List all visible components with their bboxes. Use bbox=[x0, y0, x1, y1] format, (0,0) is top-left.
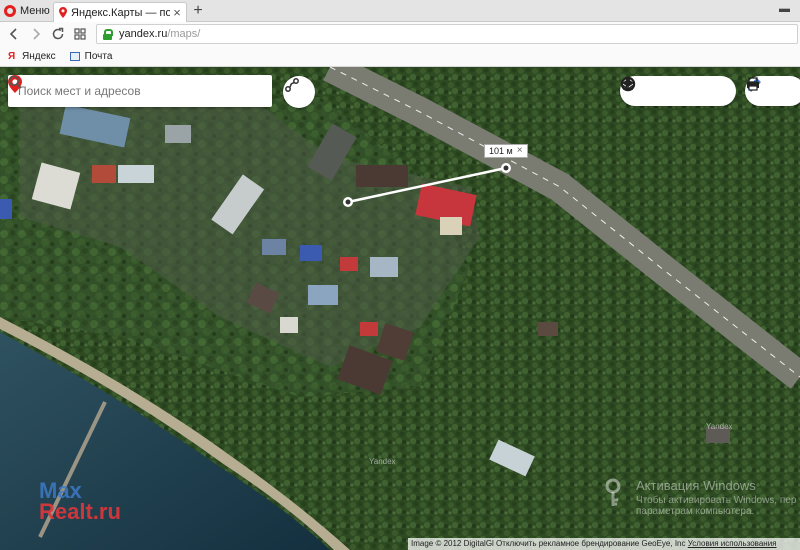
routes-button[interactable] bbox=[283, 76, 315, 108]
url-host: yandex.ru bbox=[119, 28, 168, 40]
tab-title: Яндекс.Карты — подроб bbox=[71, 6, 170, 19]
key-icon bbox=[605, 478, 621, 506]
print-icon bbox=[747, 77, 759, 91]
ruler-close-icon[interactable]: × bbox=[517, 145, 523, 157]
yandex-watermark: Yandex bbox=[369, 457, 396, 466]
yandex-maps-pin-icon bbox=[59, 7, 67, 18]
tab-bar: Меню Яндекс.Карты — подроб × + ▬ bbox=[0, 0, 800, 22]
yandex-icon: Я bbox=[8, 50, 16, 62]
tab-close-icon[interactable]: × bbox=[170, 5, 184, 20]
windows-activation-title: Активация Windows bbox=[636, 478, 756, 493]
disable-branding-link[interactable]: Отключить рекламное брендирование bbox=[494, 539, 642, 548]
yandex-watermark: Yandex bbox=[706, 422, 733, 431]
search-icon[interactable] bbox=[8, 75, 22, 89]
site-watermark-line2: Realt.ru bbox=[39, 499, 121, 524]
map-tools-controls bbox=[745, 76, 800, 106]
ruler-distance-label: 101 м × bbox=[484, 144, 528, 158]
speed-dial-button[interactable] bbox=[72, 26, 88, 42]
print-button[interactable] bbox=[747, 76, 800, 106]
bookmarks-bar: Я Яндекс Почта bbox=[0, 46, 800, 67]
terms-of-use-link[interactable]: Условия использования bbox=[688, 539, 777, 548]
grid-icon bbox=[74, 28, 86, 40]
back-arrow-icon bbox=[9, 28, 17, 40]
reload-icon bbox=[52, 27, 64, 40]
mail-icon bbox=[69, 51, 80, 61]
imagery-copyright: Image © 2012 DigitalGl bbox=[411, 539, 494, 548]
lock-icon bbox=[103, 28, 113, 40]
opera-menu-button[interactable]: Меню bbox=[4, 2, 50, 20]
menu-label: Меню bbox=[20, 5, 50, 17]
forward-button[interactable] bbox=[28, 26, 44, 42]
site-watermark-line1: Max bbox=[39, 478, 82, 503]
minimize-window-button[interactable]: ▬ bbox=[779, 3, 790, 15]
bookmark-label: Яндекс bbox=[22, 50, 56, 62]
satellite-map[interactable]: P 101 м × Yandex Yandex Max Realt.ru Акт… bbox=[0, 67, 800, 550]
parking-button[interactable]: P bbox=[620, 76, 704, 106]
navigation-toolbar: yandex.ru /maps/ bbox=[0, 22, 800, 46]
bookmark-label: Почта bbox=[84, 50, 113, 62]
tab-yandex-maps[interactable]: Яндекс.Карты — подроб × bbox=[53, 2, 187, 22]
search-box[interactable] bbox=[8, 75, 272, 107]
reload-button[interactable] bbox=[50, 26, 66, 42]
address-bar[interactable]: yandex.ru /maps/ bbox=[96, 24, 798, 44]
windows-activation-line2: параметрам компьютера. bbox=[636, 506, 755, 517]
geoeye-copyright: GeoEye, Inc bbox=[641, 539, 688, 548]
new-tab-button[interactable]: + bbox=[190, 2, 206, 20]
site-watermark: Max Realt.ru bbox=[39, 478, 121, 524]
forward-arrow-icon bbox=[33, 28, 41, 40]
windows-activation-line1: Чтобы активировать Windows, пер bbox=[636, 495, 797, 506]
layers-icon bbox=[622, 79, 634, 90]
opera-logo-icon bbox=[4, 5, 16, 17]
search-input[interactable] bbox=[18, 84, 218, 98]
map-layers-button[interactable] bbox=[622, 76, 732, 106]
url-path: /maps/ bbox=[167, 28, 201, 40]
map-layers-controls: P bbox=[620, 76, 736, 106]
panorama-button[interactable] bbox=[623, 76, 676, 106]
route-icon bbox=[285, 78, 299, 92]
back-button[interactable] bbox=[6, 26, 22, 42]
map-copyright: Image © 2012 DigitalGl Отключить рекламн… bbox=[408, 538, 800, 550]
ruler-distance-value: 101 м bbox=[489, 146, 513, 156]
bookmark-yandex[interactable]: Я Яндекс bbox=[8, 51, 56, 62]
windows-activation-watermark: Активация Windows Чтобы активировать Win… bbox=[600, 478, 796, 517]
bookmark-mail[interactable]: Почта bbox=[69, 50, 113, 62]
